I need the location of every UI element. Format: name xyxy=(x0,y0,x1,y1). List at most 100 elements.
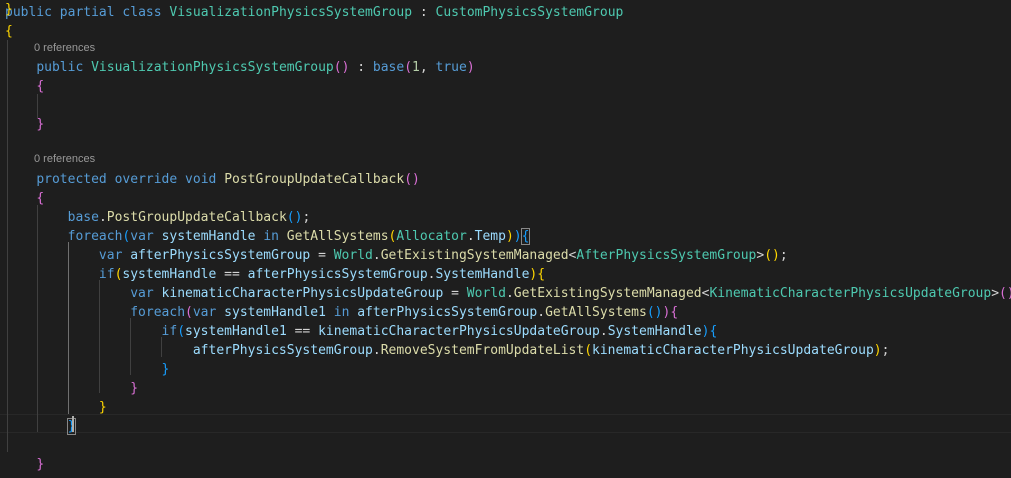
code-line[interactable]: afterPhysicsSystemGroup.RemoveSystemFrom… xyxy=(5,341,890,360)
code-token: ( xyxy=(185,305,193,320)
code-token: } xyxy=(98,400,107,415)
code-token: World xyxy=(466,286,506,301)
code-line[interactable]: foreach(var systemHandle in GetAllSystem… xyxy=(5,227,531,246)
codelens-references[interactable]: 0 references xyxy=(34,152,95,166)
code-token: == xyxy=(216,267,248,282)
code-token: ) xyxy=(873,343,882,358)
code-line[interactable]: } xyxy=(5,360,170,379)
code-token: ( xyxy=(404,60,413,75)
code-line[interactable]: public partial class VisualizationPhysic… xyxy=(5,3,623,22)
code-editor[interactable]: 0 references 0 references public partial… xyxy=(0,0,1011,478)
code-line[interactable]: } xyxy=(5,398,107,417)
code-token: = xyxy=(443,286,467,301)
code-line[interactable]: } xyxy=(5,417,77,436)
code-token: GetExistingSystemManaged xyxy=(380,248,569,263)
code-token: systemHandle1 xyxy=(185,324,287,339)
code-token: protected xyxy=(36,172,107,187)
code-token: var xyxy=(98,248,123,263)
code-line[interactable]: if(systemHandle == afterPhysicsSystemGro… xyxy=(5,265,545,284)
code-line[interactable]: var kinematicCharacterPhysicsUpdateGroup… xyxy=(5,284,1011,303)
code-line[interactable]: foreach(var systemHandle1 in afterPhysic… xyxy=(5,303,678,322)
code-token: VisualizationPhysicsSystemGroup xyxy=(169,5,413,20)
code-token: kinematicCharacterPhysicsUpdateGroup xyxy=(161,286,444,301)
codelens-references[interactable]: 0 references xyxy=(34,41,95,55)
code-line[interactable]: { xyxy=(5,22,13,41)
code-token: if xyxy=(98,267,115,282)
code-token: . xyxy=(599,324,608,339)
code-token: partial xyxy=(59,5,115,20)
code-token: GetAllSystems xyxy=(286,229,389,244)
code-line[interactable]: base.PostGroupUpdateCallback(); xyxy=(5,208,311,227)
code-token: var xyxy=(192,305,217,320)
code-token: () xyxy=(404,172,420,187)
code-token: } xyxy=(5,2,13,17)
code-token: { xyxy=(36,79,45,94)
code-token: : xyxy=(412,5,436,20)
code-token: ; xyxy=(881,343,890,358)
code-token: . xyxy=(505,286,514,301)
code-token: in xyxy=(333,305,350,320)
code-line[interactable]: { xyxy=(5,77,44,96)
code-token: ; xyxy=(779,248,788,263)
code-token: } xyxy=(36,457,45,472)
code-line[interactable]: if(systemHandle1 == kinematicCharacterPh… xyxy=(5,322,718,341)
code-token: . xyxy=(372,343,381,358)
code-line[interactable]: { xyxy=(5,189,44,208)
code-token: } xyxy=(130,381,139,396)
code-token: GetExistingSystemManaged xyxy=(513,286,702,301)
code-token: foreach xyxy=(67,229,123,244)
code-token: () xyxy=(764,248,780,263)
code-token: () xyxy=(999,286,1011,301)
code-token: var xyxy=(130,229,154,244)
code-token: true xyxy=(435,60,467,75)
code-token: override xyxy=(114,172,178,187)
code-token: . xyxy=(372,248,381,263)
code-token: base xyxy=(67,210,99,225)
code-line[interactable]: } xyxy=(5,115,44,134)
code-token: class xyxy=(122,5,162,20)
code-token: : xyxy=(349,60,373,75)
code-token: afterPhysicsSystemGroup xyxy=(130,248,311,263)
code-token: var xyxy=(130,286,154,301)
code-token: void xyxy=(185,172,217,187)
code-token: ; xyxy=(302,210,311,225)
code-token: public xyxy=(36,60,84,75)
code-token: World xyxy=(333,248,373,263)
code-token: VisualizationPhysicsSystemGroup xyxy=(91,60,334,75)
code-token: 1 xyxy=(412,60,420,75)
code-token: afterPhysicsSystemGroup xyxy=(192,343,373,358)
code-token: ) xyxy=(466,60,475,75)
code-token: == xyxy=(286,324,319,339)
code-line[interactable]: protected override void PostGroupUpdateC… xyxy=(5,170,420,189)
code-line[interactable]: } xyxy=(5,0,13,19)
code-token: { xyxy=(36,191,45,206)
code-token: SystemHandle xyxy=(607,324,702,339)
code-token: PostGroupUpdateCallback xyxy=(106,210,287,225)
code-token: kinematicCharacterPhysicsUpdateGroup xyxy=(318,324,600,339)
code-line[interactable]: public VisualizationPhysicsSystemGroup ()… xyxy=(5,58,475,77)
code-token: . xyxy=(98,210,107,225)
code-token: if xyxy=(161,324,178,339)
text-cursor xyxy=(72,416,74,432)
code-line[interactable]: } xyxy=(5,379,138,398)
code-token: in xyxy=(263,229,279,244)
code-token: PostGroupUpdateCallback xyxy=(224,172,405,187)
code-token: { xyxy=(520,228,531,245)
code-line[interactable]: var afterPhysicsSystemGroup = World.GetE… xyxy=(5,246,788,265)
code-line[interactable]: } xyxy=(5,455,44,474)
code-token: systemHandle xyxy=(122,267,217,282)
